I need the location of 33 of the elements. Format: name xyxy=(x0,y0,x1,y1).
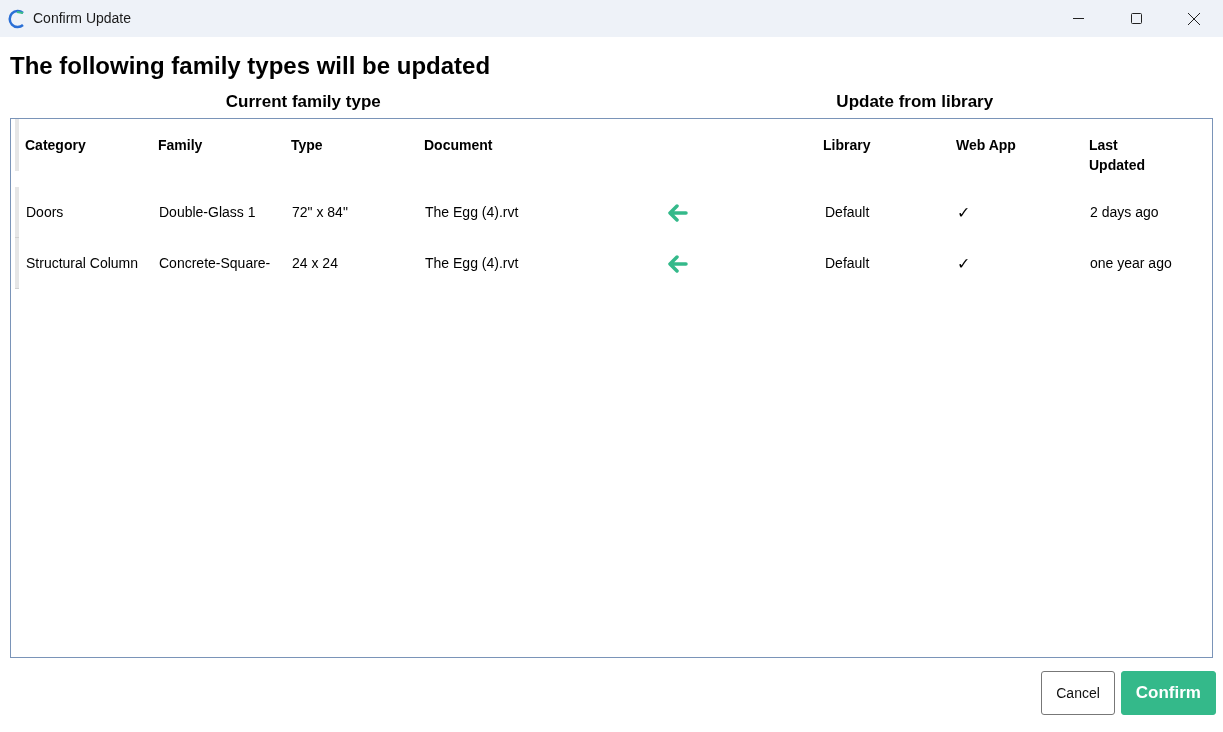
table-row[interactable]: Doors Double-Glass 1 72" x 84" The Egg (4).rvt Default ✓ 2 days ago xyxy=(11,187,1212,238)
column-header: Document xyxy=(424,136,494,155)
table-row[interactable]: Structural Column Concrete-Square- 24 x 24 The Egg (4).rvt Default ✓ one year ago xyxy=(11,238,1212,289)
column-header: Last Updated xyxy=(1089,136,1146,175)
table-cell: Double-Glass 1 xyxy=(159,204,256,220)
table-cell: 24 x 24 xyxy=(292,255,338,271)
table-cell: Doors xyxy=(26,204,64,220)
cancel-button[interactable]: Cancel xyxy=(1041,671,1115,715)
minimize-icon xyxy=(1072,17,1084,20)
table-cell: Default xyxy=(825,255,870,271)
table-cell: Default xyxy=(825,204,870,220)
column-header: Category xyxy=(25,136,87,155)
table-cell: Structural Column xyxy=(26,255,139,271)
table-cell: 2 days ago xyxy=(1090,204,1159,220)
table-cell: 72" x 84" xyxy=(292,204,348,220)
table-cell: one year ago xyxy=(1090,255,1172,271)
table-cell: Concrete-Square- xyxy=(159,255,271,271)
close-icon xyxy=(1188,12,1200,25)
column-header: Family xyxy=(158,136,204,155)
column-header: Library xyxy=(823,136,872,155)
left-arrow-icon xyxy=(668,203,688,222)
window-title: Confirm Update xyxy=(33,9,132,28)
left-arrow-icon xyxy=(668,254,688,273)
maximize-icon xyxy=(1130,13,1142,24)
group-header: Update from library xyxy=(835,91,995,113)
table-cell: The Egg (4).rvt xyxy=(425,255,519,271)
column-header: Web App xyxy=(956,136,1017,155)
page-heading: The following family types will be updated xyxy=(10,51,492,81)
table-cell: ✓ xyxy=(957,254,970,272)
table-cell: The Egg (4).rvt xyxy=(425,204,519,220)
column-header: Type xyxy=(291,136,324,155)
table-cell: ✓ xyxy=(957,203,970,221)
group-header: Current family type xyxy=(224,91,382,113)
